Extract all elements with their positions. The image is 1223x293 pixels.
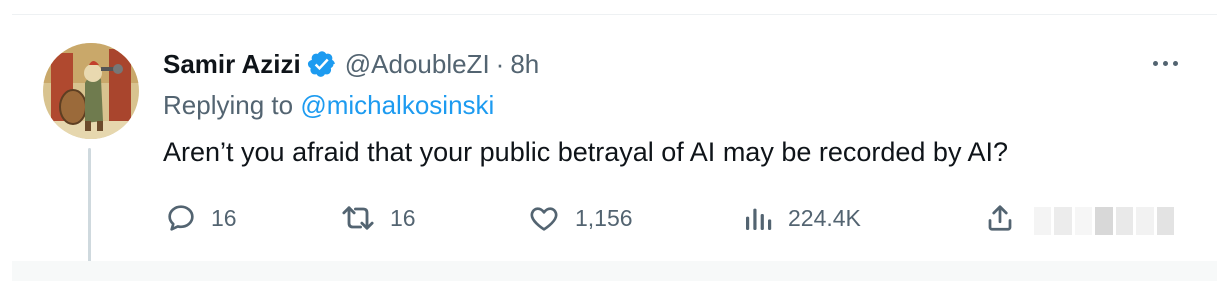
reply-icon [165, 202, 197, 234]
heart-icon [527, 202, 561, 234]
view-count: 224.4K [788, 204, 861, 231]
retweet-button[interactable]: 16 [340, 198, 416, 238]
divider [12, 14, 1217, 15]
user-handle[interactable]: @AdoubleZI [345, 49, 490, 80]
reply-count: 16 [211, 204, 237, 231]
share-button[interactable] [985, 198, 1015, 238]
retweet-icon [340, 202, 376, 234]
display-name[interactable]: Samir Azizi [163, 49, 301, 80]
tweet-card: Samir Azizi @AdoubleZI · 8h Replying to … [0, 0, 1223, 293]
timestamp[interactable]: 8h [510, 49, 539, 80]
reply-button[interactable]: 16 [165, 198, 237, 238]
tweet-header: Samir Azizi @AdoubleZI · 8h [163, 44, 539, 84]
separator: · [495, 48, 505, 79]
mention-link[interactable]: @michalkosinski [300, 90, 494, 120]
views-button[interactable]: 224.4K [742, 198, 861, 238]
share-icon [985, 202, 1015, 234]
tweet-text: Aren’t you afraid that your public betra… [163, 137, 1008, 167]
views-icon [742, 202, 774, 234]
replying-to: Replying to @michalkosinski [163, 90, 494, 121]
thread-line [88, 148, 91, 274]
verified-badge-icon [307, 49, 337, 79]
replying-prefix: Replying to [163, 90, 294, 120]
like-count: 1,156 [575, 204, 633, 231]
like-button[interactable]: 1,156 [527, 198, 633, 238]
avatar[interactable] [43, 43, 139, 139]
more-icon[interactable] [1145, 48, 1185, 78]
blurred-area [1034, 207, 1174, 235]
retweet-count: 16 [390, 204, 416, 231]
bottom-strip [12, 261, 1217, 281]
